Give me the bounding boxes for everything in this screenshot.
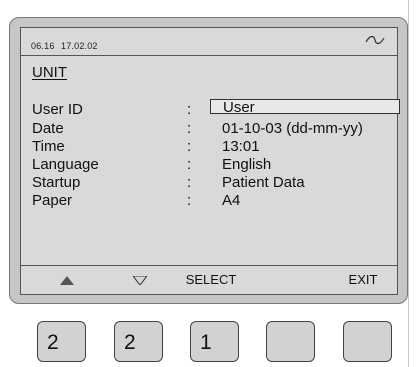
hardware-button-4[interactable]	[266, 321, 315, 362]
field-separator: :	[187, 156, 192, 173]
page-edge-line	[408, 0, 409, 367]
field-separator: :	[187, 138, 192, 155]
field-label: Time	[32, 138, 65, 155]
field-label: Date	[32, 120, 64, 137]
field-value[interactable]: A4	[222, 192, 240, 209]
field-separator: :	[187, 192, 192, 209]
device-screen: 06.16 17.02.02 UNIT User ID : User Date …	[20, 27, 400, 295]
softkey-exit[interactable]: EXIT	[341, 266, 385, 294]
hardware-button-1[interactable]: 2	[37, 321, 86, 362]
section-title: UNIT	[32, 64, 67, 81]
field-label: Startup	[32, 174, 81, 191]
hardware-button-2[interactable]: 2	[114, 321, 163, 362]
hardware-button-5[interactable]	[343, 321, 392, 362]
field-separator: :	[187, 101, 192, 118]
field-label: User ID	[32, 101, 83, 118]
softkey-up[interactable]	[47, 266, 87, 294]
waveform-icon	[365, 35, 385, 45]
field-value[interactable]: 01-10-03 (dd-mm-yy)	[222, 120, 363, 137]
softkey-select[interactable]: SELECT	[181, 266, 241, 294]
field-separator: :	[187, 174, 192, 191]
field-value-selected[interactable]: User	[210, 99, 400, 115]
triangle-down-icon	[131, 275, 149, 286]
status-date: 17.02.02	[61, 41, 98, 51]
field-label: Language	[32, 156, 99, 173]
hardware-button-3[interactable]: 1	[190, 321, 239, 362]
status-bar: 06.16 17.02.02	[21, 28, 397, 56]
field-label: Paper	[32, 192, 73, 209]
softkey-down[interactable]	[120, 266, 160, 294]
field-value[interactable]: Patient Data	[222, 174, 305, 191]
triangle-up-icon	[60, 276, 74, 286]
field-value[interactable]: 13:01	[222, 138, 260, 155]
status-time: 06.16	[31, 41, 55, 51]
field-value[interactable]: English	[222, 156, 271, 173]
softkey-bar: SELECT EXIT	[21, 265, 397, 294]
field-separator: :	[187, 120, 192, 137]
